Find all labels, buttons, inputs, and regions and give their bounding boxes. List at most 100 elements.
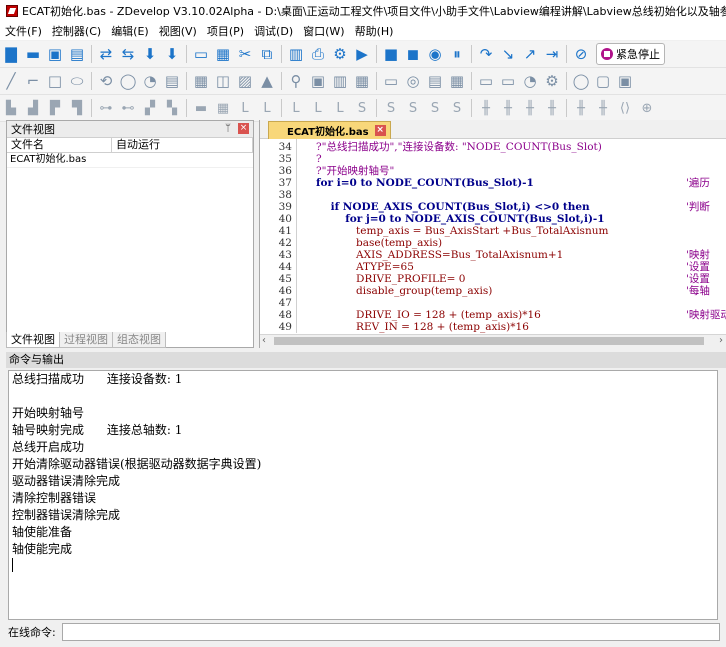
ladder-c-icon[interactable]: ╫ [521,99,539,117]
debug-stop-icon[interactable]: ■ [382,45,400,63]
connect-icon[interactable]: ⇄ [97,45,115,63]
tab-file-view[interactable]: 文件视图 [6,332,60,348]
number-icon[interactable]: ▭ [499,72,517,90]
l5-icon[interactable]: L [331,99,349,117]
s1-icon[interactable]: S [382,99,400,117]
shape-icon[interactable]: ▲ [258,72,276,90]
breakpoint-clear-icon[interactable]: ⊘ [572,45,590,63]
align-left-icon[interactable]: ▙ [2,99,20,117]
controller-state-icon[interactable]: ▦ [214,45,232,63]
calendar-icon[interactable]: ▦ [448,72,466,90]
menu-item[interactable]: 文件(F) [0,23,47,39]
run-icon[interactable]: ◉ [426,45,444,63]
close-tab-icon[interactable]: × [374,125,386,136]
debug-start-icon[interactable]: ▶ [353,45,371,63]
save-icon[interactable]: ▣ [46,45,64,63]
abc-icon[interactable]: ▭ [477,72,495,90]
editor-tab[interactable]: ECAT初始化.bas × [268,121,391,139]
file-row[interactable]: ECAT初始化.bas [7,153,253,168]
output-console[interactable]: 总线扫描成功 连接设备数: 1 开始映射轴号 轴号映射完成 连接总轴数: 1 总线开启… [8,370,718,620]
column-filename[interactable]: 文件名 [7,138,112,152]
align-middle-icon[interactable]: ⊶ [97,99,115,117]
copy-icon[interactable]: ⧉ [258,45,276,63]
arc-icon[interactable]: ⟲ [97,72,115,90]
stop-icon[interactable]: ◼ [404,45,422,63]
ladder-a-icon[interactable]: ╫ [477,99,495,117]
ladder-d-icon[interactable]: ╫ [543,99,561,117]
tab-config-view[interactable]: 组态视图 [112,332,166,348]
polyline-icon[interactable]: ⌐ [24,72,42,90]
line-icon[interactable]: ╱ [2,72,20,90]
menu-item[interactable]: 帮助(H) [350,23,399,39]
horizontal-scrollbar[interactable]: ‹ › [260,334,726,348]
ladder-f-icon[interactable]: ╫ [594,99,612,117]
menu-item[interactable]: 编辑(E) [106,23,154,39]
step-into-icon[interactable]: ↘ [499,45,517,63]
tab-process-view[interactable]: 过程视图 [59,332,113,348]
align-right-icon[interactable]: ▛ [46,99,64,117]
s3-icon[interactable]: S [426,99,444,117]
disconnect-icon[interactable]: ⇆ [119,45,137,63]
close-icon[interactable]: × [238,123,249,134]
align-center-icon[interactable]: ▟ [24,99,42,117]
circle-alt-icon[interactable]: ◔ [141,72,159,90]
compile-icon[interactable]: ⚙ [331,45,349,63]
frame-icon[interactable]: ▢ [594,72,612,90]
grid-icon[interactable]: ▦ [192,72,210,90]
ellipse-icon[interactable]: ◯ [119,72,137,90]
scope-icon[interactable]: ▭ [192,45,210,63]
l1-icon[interactable]: L [236,99,254,117]
distribute-icon[interactable]: ⊷ [119,99,137,117]
toggle-icon[interactable]: ▣ [309,72,327,90]
s0-icon[interactable]: S [353,99,371,117]
align-top-icon[interactable]: ▜ [68,99,86,117]
dial-icon[interactable]: ◯ [572,72,590,90]
paste-icon[interactable]: ▥ [287,45,305,63]
save-all-icon[interactable]: ▤ [68,45,86,63]
button-icon[interactable]: ▦ [353,72,371,90]
new-file-icon[interactable]: ▇ [2,45,20,63]
l3-icon[interactable]: L [287,99,305,117]
menu-item[interactable]: 调试(D) [249,23,298,39]
scroll-right-icon[interactable]: › [719,335,723,346]
cut-icon[interactable]: ✂ [236,45,254,63]
grid-snap-icon[interactable]: ▦ [214,99,232,117]
ladder-e-icon[interactable]: ╫ [572,99,590,117]
run-to-cursor-icon[interactable]: ⇥ [543,45,561,63]
table-icon[interactable]: ▤ [163,72,181,90]
code-area[interactable]: 34 ?"总线扫描成功","连接设备数: "NODE_COUNT(Bus_Slot… [260,139,726,333]
download-ram-icon[interactable]: ⬇ [141,45,159,63]
group-icon[interactable]: ▣ [616,72,634,90]
column-autorun[interactable]: 自动运行 [112,138,253,152]
scroll-left-icon[interactable]: ‹ [262,335,266,346]
level-icon[interactable]: ◔ [521,72,539,90]
resize-icon[interactable]: ▚ [163,99,181,117]
size-icon[interactable]: ▞ [141,99,159,117]
menu-item[interactable]: 项目(P) [202,23,249,39]
download-rom-icon[interactable]: ⬇ [163,45,181,63]
pin-icon[interactable]: ⚲ [287,72,305,90]
step-out-icon[interactable]: ↗ [521,45,539,63]
rect-icon[interactable]: □ [46,72,64,90]
print-icon[interactable]: ⎙ [309,45,327,63]
pause-icon[interactable]: ⏸ [448,45,466,63]
space-icon[interactable]: ▬ [192,99,210,117]
chart-icon[interactable]: ▤ [426,72,444,90]
command-input[interactable] [61,623,720,641]
pin-icon[interactable]: ᛘ [225,123,231,134]
ladder-g-icon[interactable]: ⟨⟩ [616,99,634,117]
step-over-icon[interactable]: ↷ [477,45,495,63]
open-folder-icon[interactable]: ▬ [24,45,42,63]
l4-icon[interactable]: L [309,99,327,117]
meter-icon[interactable]: ◎ [404,72,422,90]
panel-icon[interactable]: ▥ [331,72,349,90]
menu-item[interactable]: 控制器(C) [47,23,106,39]
scrollbar-thumb[interactable] [274,337,704,345]
emergency-stop-button[interactable]: 紧急停止 [596,43,665,65]
text-icon[interactable]: ◫ [214,72,232,90]
gear-icon[interactable]: ⚙ [543,72,561,90]
circle-icon[interactable]: ⬭ [68,72,86,90]
s2-icon[interactable]: S [404,99,422,117]
l2-icon[interactable]: L [258,99,276,117]
ladder-b-icon[interactable]: ╫ [499,99,517,117]
